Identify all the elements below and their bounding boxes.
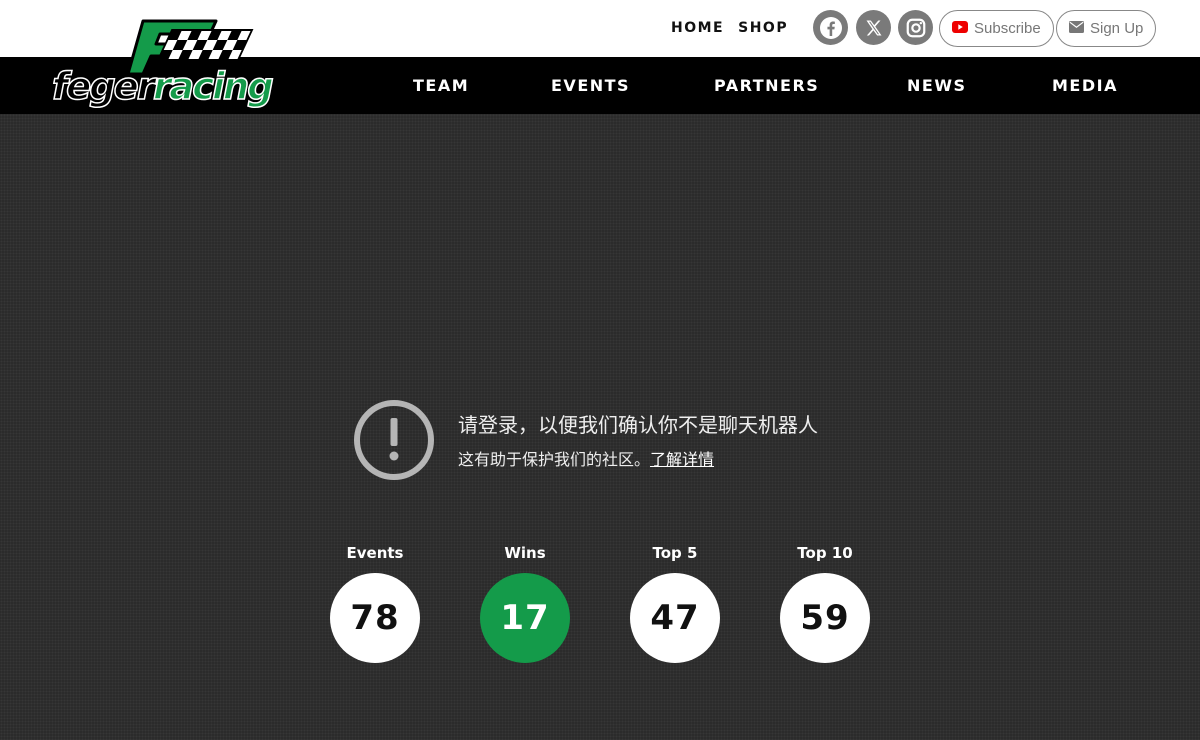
- subscribe-button[interactable]: Subscribe: [939, 10, 1054, 47]
- nav-events[interactable]: EVENTS: [551, 76, 630, 95]
- learn-more-link[interactable]: 了解详情: [650, 450, 714, 469]
- captcha-subtitle-text: 这有助于保护我们的社区。: [458, 450, 651, 469]
- logo-wordmark: fegerracing: [51, 65, 274, 108]
- stat-value-top5: 47: [630, 573, 720, 663]
- stat-label-wins: Wins: [504, 544, 546, 562]
- nav-media[interactable]: MEDIA: [1052, 76, 1118, 95]
- stat-value-events: 78: [330, 573, 420, 663]
- site-logo[interactable]: fegerracing: [48, 16, 318, 108]
- stat-value-wins: 17: [480, 573, 570, 663]
- nav-partners[interactable]: PARTNERS: [714, 76, 819, 95]
- sign-up-button[interactable]: Sign Up: [1056, 10, 1157, 47]
- subscribe-label: Subscribe: [974, 20, 1041, 37]
- youtube-icon: [952, 20, 968, 37]
- sign-up-label: Sign Up: [1090, 20, 1144, 37]
- stat-label-top10: Top 10: [797, 544, 853, 562]
- utility-links: HOME SHOP: [671, 20, 788, 36]
- stat-label-events: Events: [346, 544, 404, 562]
- instagram-icon[interactable]: [898, 10, 933, 45]
- stat-label-top5: Top 5: [652, 544, 698, 562]
- envelope-icon: [1069, 20, 1084, 37]
- home-link[interactable]: HOME: [671, 20, 724, 36]
- stat-value-top10: 59: [780, 573, 870, 663]
- shop-link[interactable]: SHOP: [738, 20, 788, 36]
- exclamation-icon: [354, 400, 434, 480]
- nav-news[interactable]: NEWS: [907, 76, 967, 95]
- nav-team[interactable]: TEAM: [413, 76, 469, 95]
- x-icon[interactable]: [856, 10, 891, 45]
- captcha-subtitle: 这有助于保护我们的社区。了解详情: [458, 446, 714, 470]
- facebook-icon[interactable]: [813, 10, 848, 45]
- captcha-title: 请登录，以便我们确认你不是聊天机器人: [458, 413, 818, 437]
